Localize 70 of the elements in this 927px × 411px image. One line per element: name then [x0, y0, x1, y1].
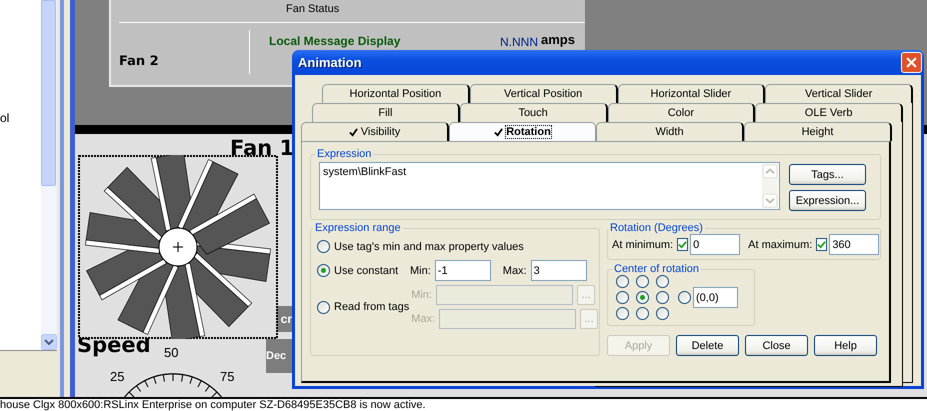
max-field[interactable]: 3: [530, 260, 587, 281]
group-label: Rotation (Degrees): [609, 222, 704, 234]
dialog-button[interactable]: Tags...: [789, 164, 866, 185]
dialog-button[interactable]: Expression...: [789, 190, 866, 211]
gauge-label: 50: [164, 345, 178, 360]
gauge-label: 25: [110, 369, 124, 384]
list-text: ol: [0, 111, 10, 125]
field-label: At minimum:: [612, 238, 674, 250]
radio-button[interactable]: [317, 240, 330, 253]
scrollbar[interactable]: [41, 0, 57, 350]
radio-button[interactable]: [636, 307, 649, 320]
message-label: Local Message Display: [269, 34, 400, 48]
check-icon: [494, 128, 504, 136]
max-field[interactable]: 360: [829, 234, 880, 255]
scroll-down-icon[interactable]: [41, 334, 57, 350]
radio-button[interactable]: [636, 291, 649, 304]
radio-button[interactable]: [616, 291, 629, 304]
checkbox[interactable]: [816, 238, 828, 251]
radio-button[interactable]: [656, 275, 669, 288]
coordinate-field[interactable]: (0,0): [693, 287, 738, 308]
tab[interactable]: Visibility: [301, 122, 449, 141]
radio-button[interactable]: [616, 275, 629, 288]
window-title: Animation: [298, 55, 362, 70]
tab[interactable]: Vertical Position: [470, 84, 618, 103]
group-label: Center of rotation: [613, 263, 700, 275]
panel-background: [0, 350, 57, 398]
option-label[interactable]: Use constant: [334, 264, 410, 276]
field-label: Max:: [411, 313, 436, 325]
expression-field[interactable]: system\BlinkFast: [319, 162, 780, 210]
tab[interactable]: Fill: [312, 103, 460, 122]
field-label: At maximum:: [748, 238, 812, 250]
radio-button[interactable]: [656, 307, 669, 320]
scrollbar[interactable]: [762, 164, 778, 208]
unit-text: amps: [541, 32, 575, 47]
dialog-button[interactable]: Delete: [676, 335, 739, 356]
tab[interactable]: Touch: [460, 103, 608, 122]
tab[interactable]: OLE Verb: [755, 103, 903, 122]
status-text: house Clgx 800x600:RSLinx Enterprise on computer SZ-D68495E35CB8 is now active.: [0, 399, 426, 411]
tab[interactable]: Width: [596, 122, 744, 141]
panel-title: Fan Status: [286, 3, 340, 15]
tab[interactable]: Color: [608, 103, 756, 122]
check-icon: [348, 128, 358, 136]
scroll-thumb[interactable]: [41, 0, 56, 186]
tab[interactable]: Height: [744, 122, 892, 141]
dialog-button[interactable]: Help: [814, 335, 877, 356]
decrease-button[interactable]: Dec: [266, 339, 292, 373]
tab[interactable]: Horizontal Slider: [618, 84, 766, 103]
radio-button[interactable]: [636, 275, 649, 288]
option-label[interactable]: Use tag's min and max property values: [334, 240, 524, 252]
gauge-label: 75: [220, 369, 234, 384]
dialog-button[interactable]: Close: [745, 335, 808, 356]
radio-button[interactable]: [678, 291, 691, 304]
field-label: Min:: [410, 264, 431, 276]
tab[interactable]: Rotation: [449, 122, 596, 141]
tab[interactable]: Horizontal Position: [322, 84, 470, 103]
group-label: Expression range: [314, 222, 402, 234]
fan-title: Fan 1: [230, 136, 294, 160]
min-field[interactable]: -1: [434, 260, 491, 281]
value-text: N.NNN: [500, 35, 538, 49]
row-label: Fan 2: [119, 54, 159, 69]
close-icon[interactable]: [901, 52, 922, 73]
radio-button[interactable]: [656, 291, 669, 304]
radio-button[interactable]: [317, 264, 330, 277]
field-label: Max:: [502, 264, 527, 276]
field-label: Min:: [411, 289, 432, 301]
tab[interactable]: Vertical Slider: [765, 84, 913, 103]
checkbox[interactable]: [677, 238, 688, 251]
min-field[interactable]: 0: [690, 234, 740, 255]
radio-button[interactable]: [616, 307, 629, 320]
group-label: Expression: [316, 148, 372, 160]
